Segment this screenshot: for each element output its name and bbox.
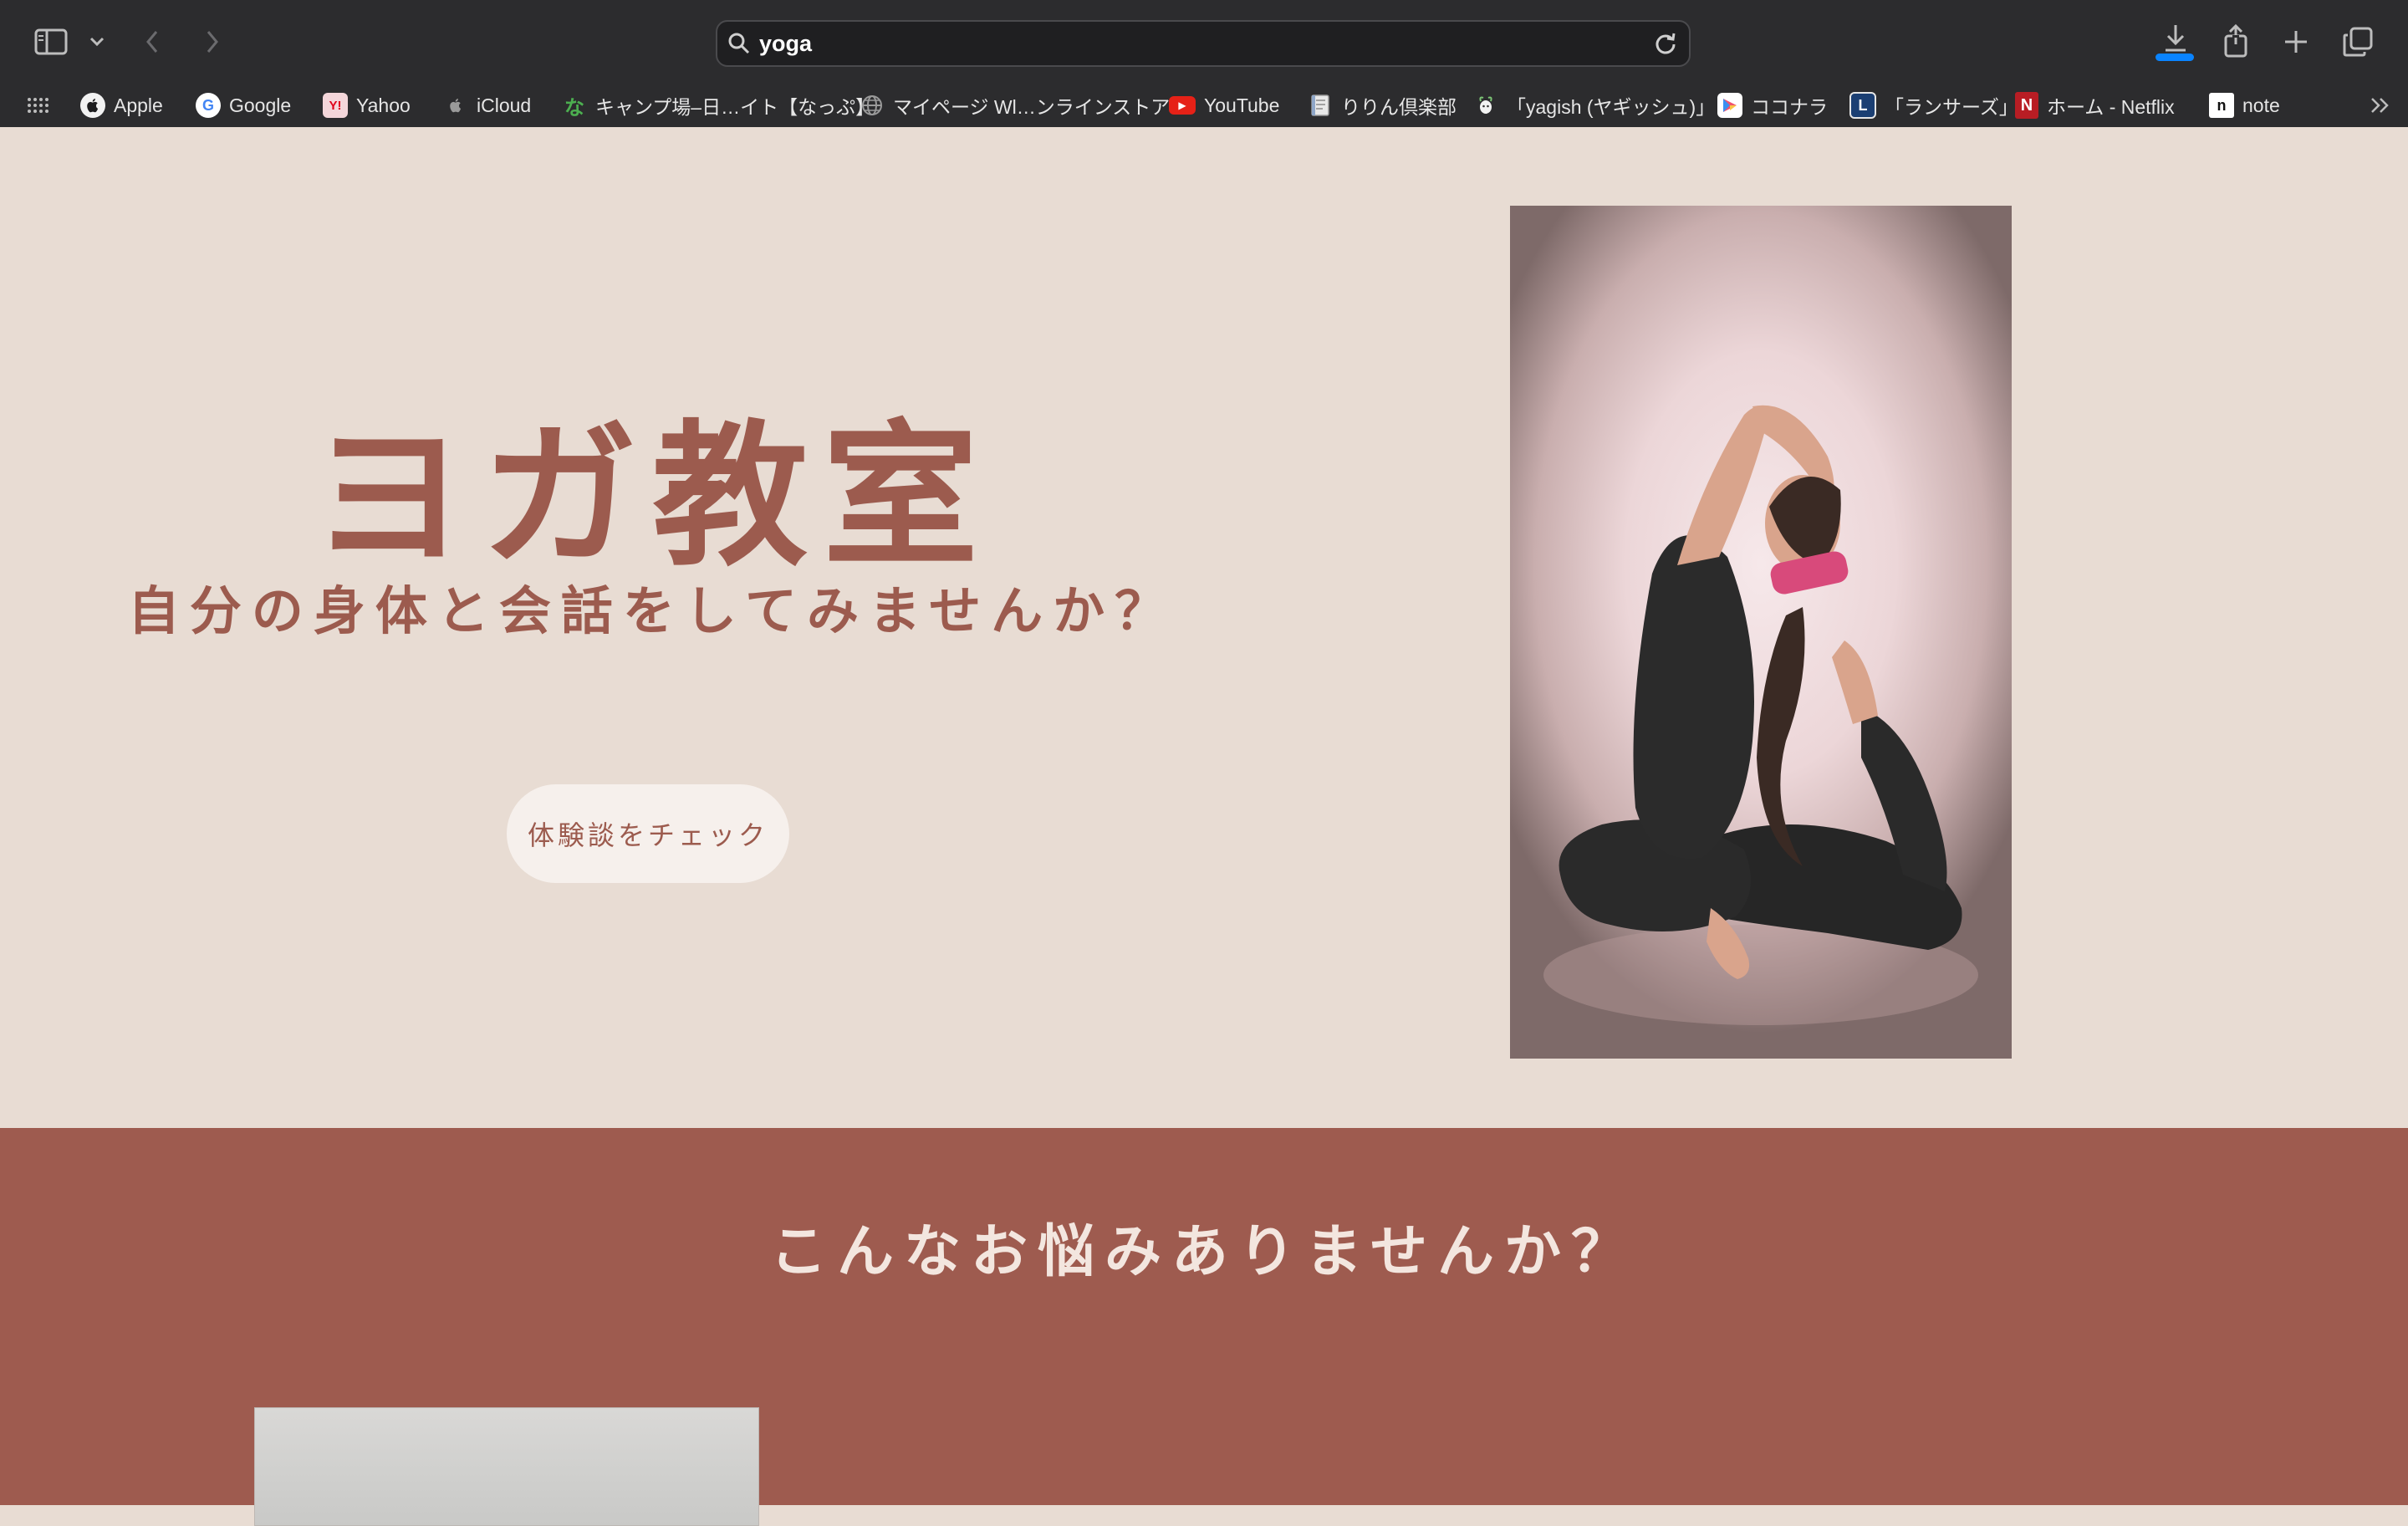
bookmark-apple[interactable]: Apple (80, 84, 163, 127)
testimonials-button[interactable]: 体験談をチェック (507, 784, 789, 883)
forward-icon[interactable] (201, 27, 224, 57)
search-icon (727, 32, 751, 59)
note-icon: n (2209, 93, 2234, 118)
more-bookmarks-icon[interactable] (2370, 84, 2393, 127)
bookmark-note[interactable]: n note (2209, 84, 2280, 127)
yoga-pose-photo (1510, 206, 2012, 1059)
apple-icon (443, 93, 468, 118)
problem-photo (254, 1407, 759, 1526)
problems-section: こんなお悩みありませんか？ (0, 1128, 2408, 1526)
browser-toolbar: yoga (0, 0, 2408, 84)
bookmark-yahoo[interactable]: Y! Yahoo (323, 84, 411, 127)
address-bar-text: yoga (759, 31, 813, 56)
yahoo-icon: Y! (323, 93, 348, 118)
yoga-woman-illustration (1543, 405, 1978, 1025)
youtube-icon: ▶ (1169, 96, 1196, 115)
hero-subtitle: 自分の身体と会話をしてみませんか？ (127, 580, 1177, 641)
share-icon[interactable] (2219, 23, 2252, 59)
download-icon[interactable] (2159, 22, 2192, 55)
apple-icon (80, 93, 105, 118)
hero-section: ヨガ教室 自分の身体と会話をしてみませんか？ 体験談をチェック (0, 127, 2408, 1128)
bookmark-yagish[interactable]: 「yagish (ヤギッシュ)」 (1473, 84, 1715, 127)
apps-grid-icon[interactable] (27, 84, 48, 127)
goat-icon (1473, 93, 1498, 118)
bookmark-netflix[interactable]: N ホーム - Netflix (2015, 84, 2175, 127)
problems-title: こんなお悩みありませんか？ (770, 1219, 1638, 1285)
address-bar[interactable]: yoga (716, 20, 1691, 67)
download-progress-bar (2155, 54, 2194, 61)
chevron-down-icon[interactable] (87, 32, 107, 52)
back-icon[interactable] (140, 27, 164, 57)
bookmark-google[interactable]: G Google (196, 84, 291, 127)
nap-icon: な (564, 96, 584, 120)
lancers-icon: L (1849, 92, 1876, 119)
bookmark-lancers[interactable]: L 「ランサーズ」 (1849, 84, 2018, 127)
page-icon (1308, 93, 1333, 118)
bookmarks-bar: Apple G Google Y! Yahoo iCloud な キャンプ場–日… (0, 84, 2408, 128)
reload-icon[interactable] (1654, 32, 1677, 59)
bookmark-icloud[interactable]: iCloud (443, 84, 531, 127)
sidebar-toggle-icon[interactable] (33, 25, 69, 59)
bookmark-mypage-store[interactable]: マイページ Wl…ンラインストア (860, 84, 1170, 127)
bookmark-ririn-club[interactable]: りりん倶楽部 (1308, 84, 1457, 127)
new-tab-icon[interactable] (2281, 27, 2311, 57)
tab-overview-icon[interactable] (2341, 25, 2375, 59)
bookmark-coconala[interactable]: ココナラ (1717, 84, 1828, 127)
google-icon: G (196, 93, 221, 118)
globe-icon (860, 93, 885, 118)
bookmark-nap-camp[interactable]: な キャンプ場–日…イト【なっぷ】 (562, 84, 875, 127)
coconala-icon (1717, 93, 1742, 118)
hero-title: ヨガ教室 (310, 406, 993, 587)
bookmark-youtube[interactable]: ▶ YouTube (1169, 84, 1279, 127)
netflix-icon: N (2015, 92, 2038, 119)
